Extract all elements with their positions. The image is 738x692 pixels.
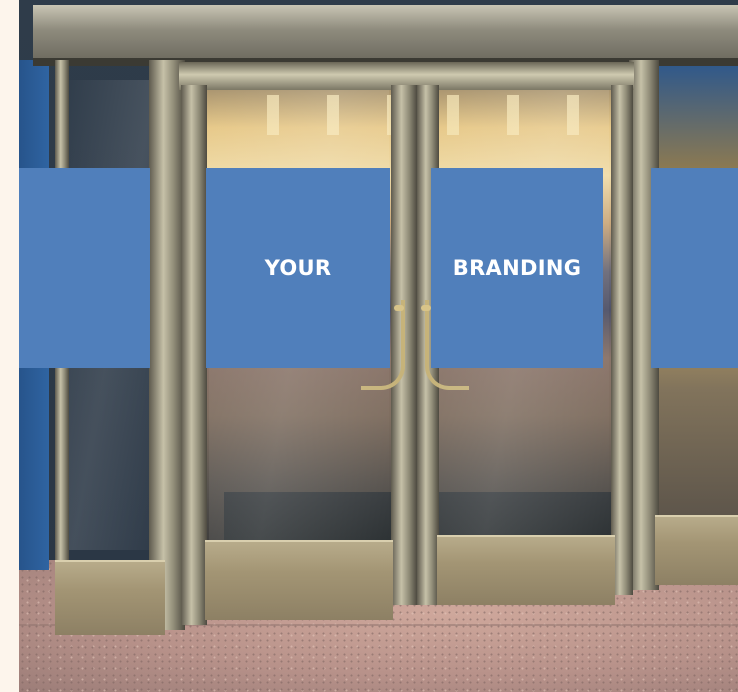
branding-text-branding: BRANDING bbox=[452, 256, 582, 280]
branding-panel-door-left: YOUR bbox=[206, 168, 390, 368]
left-door-kickplate bbox=[205, 540, 393, 620]
right-door-kickplate bbox=[437, 535, 615, 605]
branding-panel-left bbox=[19, 168, 150, 368]
vestibule-kickplate-left bbox=[55, 560, 165, 635]
left-handle-mount-top bbox=[394, 305, 404, 311]
left-door-stile bbox=[181, 85, 207, 625]
left-door-jamb bbox=[149, 60, 185, 630]
right-door-stile bbox=[611, 85, 633, 595]
branding-panel-right bbox=[651, 168, 738, 368]
steel-canopy bbox=[33, 5, 738, 60]
right-handle-mount-top bbox=[421, 305, 431, 311]
branding-panel-door-right: BRANDING bbox=[431, 168, 603, 368]
branding-text-your: YOUR bbox=[264, 256, 332, 280]
vestibule-kickplate-right bbox=[655, 515, 738, 585]
